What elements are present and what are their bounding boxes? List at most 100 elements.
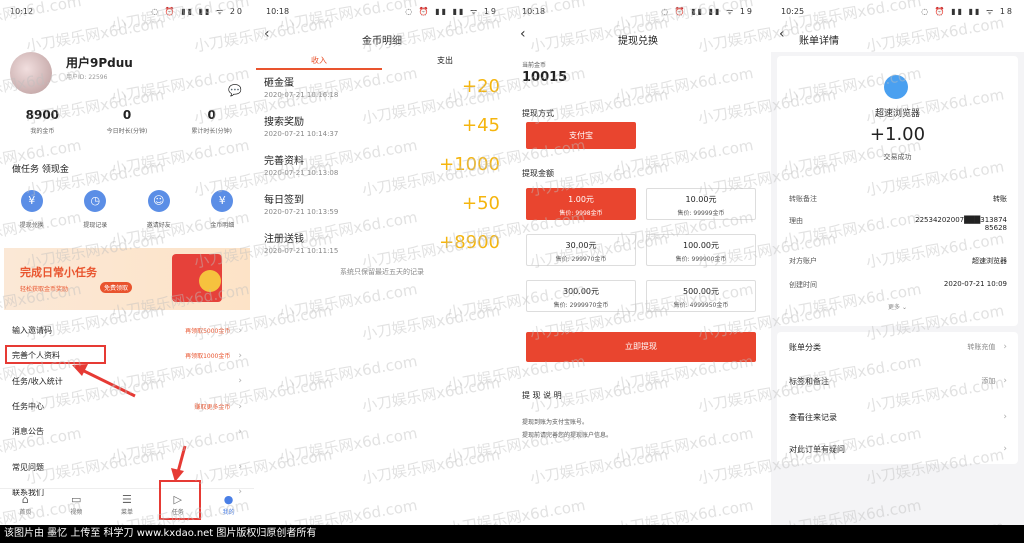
link-label: 对此订单有疑问 xyxy=(789,445,845,454)
status-bar: 10:25 ◌ ⏰ ▮▮ ▮▮ ᯤ 18 xyxy=(771,0,1024,22)
link-tags[interactable]: 标签和备注 添加 › xyxy=(789,376,1007,387)
record-amount: +20 xyxy=(462,76,500,97)
income-expense-tabs: 收入 支出 xyxy=(256,52,508,70)
record-date: 2020-07-21 10:13:59 xyxy=(264,208,339,216)
user-icon: ● xyxy=(223,493,234,506)
row-value: 超速浏览器 xyxy=(972,257,1007,265)
withdraw-note: 提现到账为支付宝账号。 xyxy=(522,419,589,426)
record-name: 完善资料 xyxy=(264,156,304,167)
record-name: 注册送钱 xyxy=(264,234,304,245)
link-history[interactable]: 查看往来记录 › xyxy=(789,412,1007,423)
annotation-arrows xyxy=(72,364,187,482)
withdraw-desc-title: 提 现 说 明 xyxy=(522,391,562,400)
list-item: 砸金蛋 2020-07-21 10:16:18 +20 xyxy=(256,70,508,109)
link-category[interactable]: 账单分类 转账充值 › xyxy=(789,342,1007,353)
amount-option-500[interactable]: 500.00元售价: 4999950金币 xyxy=(646,280,756,312)
list-item: 每日签到 2020-07-21 10:13:59 +50 xyxy=(256,187,508,226)
amount-cost: 售价: 4999950金币 xyxy=(673,302,729,309)
status-icons: ◌ ⏰ ▮▮ ▮▮ ᯤ 18 xyxy=(921,6,1014,16)
status-time: 10:25 xyxy=(781,6,805,16)
bill-row: 转账备注 转账 xyxy=(789,194,1007,204)
more-toggle[interactable]: 更多 ⌄ xyxy=(777,302,1018,311)
amount-option-300[interactable]: 300.00元 售价: 2999970金币 xyxy=(526,280,636,312)
row-value: 转账 xyxy=(993,195,1007,203)
amount-cost: 售价: 99999金币 xyxy=(677,210,725,217)
method-label: 提现方式 xyxy=(522,109,554,118)
link-value: 添加 xyxy=(981,377,996,385)
status-icons: ◌ ⏰ ▮▮ ▮▮ ᯤ 19 xyxy=(405,6,498,16)
row-value: 22534202007███313874 85628 xyxy=(915,216,1007,232)
tab-income[interactable]: 收入 xyxy=(256,52,382,70)
highlight-box-task-tab xyxy=(159,480,201,520)
amount-option-100[interactable]: 100.00元售价: 999900金币 xyxy=(646,234,756,266)
record-amount: +8900 xyxy=(439,232,500,253)
amount-cost: 售价: 999900金币 xyxy=(675,256,727,263)
list-item: 注册送钱 2020-07-21 10:11:15 +8900 xyxy=(256,226,508,265)
tab-label: 首页 xyxy=(19,509,32,516)
panel-bill-detail: 10:25 ◌ ⏰ ▮▮ ▮▮ ᯤ 18 ‹ 账单详情 超速浏览器 +1.00 … xyxy=(771,0,1024,525)
link-label: 账单分类 xyxy=(789,343,821,352)
chevron-right-icon: › xyxy=(1003,342,1007,352)
tab-label: 我的 xyxy=(222,509,235,516)
bill-status: 交易成功 xyxy=(883,153,912,161)
withdraw-note: 提现前请完善您的提现账户信息。 xyxy=(522,432,613,439)
records-note: 系统只保留最近五天的记录 xyxy=(340,268,424,276)
status-bar: 10:18 ◌ ⏰ ▮▮ ▮▮ ᯤ 19 xyxy=(512,0,764,22)
amount-cost: 售价: 2999970金币 xyxy=(553,302,609,309)
row-value: 2020-07-21 10:09 xyxy=(943,280,1007,288)
merchant-icon xyxy=(884,75,908,99)
link-value: 转账充值 xyxy=(967,343,996,351)
tab-video[interactable]: ▭ 视频 xyxy=(51,489,102,520)
amount-option-10[interactable]: 10.00元售价: 99999金币 xyxy=(646,188,756,220)
link-label: 查看往来记录 xyxy=(789,413,837,422)
record-name: 搜索奖励 xyxy=(264,117,304,128)
footer-credit: 该图片由 墨忆 上传至 科学刀 www.kxdao.net 图片版权归原创者所有 xyxy=(0,525,1024,543)
bottom-tabbar: ⌂ 首页 ▭ 视频 ☰ 菜单 ▷ 任务 ● 我的 xyxy=(0,488,254,520)
status-bar: 10:18 ◌ ⏰ ▮▮ ▮▮ ᯤ 19 xyxy=(256,0,508,22)
record-amount: +1000 xyxy=(439,154,500,175)
amount-price: 500.00元 xyxy=(683,287,719,296)
status-icons: ◌ ⏰ ▮▮ ▮▮ ᯤ 19 xyxy=(661,6,754,16)
chevron-right-icon: › xyxy=(1003,412,1007,422)
alipay-button[interactable]: 支付宝 xyxy=(526,122,636,149)
amount-option-30[interactable]: 30.00元售价: 299970金币 xyxy=(526,234,636,266)
status-time: 10:18 xyxy=(266,6,290,16)
panel-withdraw: 10:18 ◌ ⏰ ▮▮ ▮▮ ᯤ 19 ‹ 提现兑换 当前金币 10015 提… xyxy=(512,0,764,525)
balance-value: 10015 xyxy=(522,70,568,85)
tab-mine[interactable]: ● 我的 xyxy=(203,489,254,520)
merchant-name: 超速浏览器 xyxy=(874,109,920,119)
panel-coin-detail: 10:18 ◌ ⏰ ▮▮ ▮▮ ᯤ 19 ‹ 金币明细 收入 支出 砸金蛋 202… xyxy=(256,0,508,525)
record-name: 每日签到 xyxy=(264,195,304,206)
tab-label: 视频 xyxy=(70,509,83,516)
home-icon: ⌂ xyxy=(21,493,29,506)
row-key: 转账备注 xyxy=(789,195,817,203)
row-key: 创建时间 xyxy=(789,281,817,289)
amount-price: 30.00元 xyxy=(565,241,597,250)
record-date: 2020-07-21 10:13:08 xyxy=(264,169,339,177)
back-chevron-icon[interactable]: ‹ xyxy=(779,26,785,42)
panel-profile: 10:12 ◌ ⏰ ▮▮ ▮▮ ᯤ 20 用户9Pduu 用户ID: 22596… xyxy=(0,0,254,525)
amount-option-1[interactable]: 1.00元 售价: 9998金币 xyxy=(526,188,636,220)
page-title: 金币明细 xyxy=(362,36,402,47)
tab-menu[interactable]: ☰ 菜单 xyxy=(102,489,153,520)
amount-cost: 售价: 299970金币 xyxy=(555,256,607,263)
amount-price: 10.00元 xyxy=(685,195,717,204)
amount-label: 提现金额 xyxy=(522,169,554,178)
list-item: 完善资料 2020-07-21 10:13:08 +1000 xyxy=(256,148,508,187)
amount-price: 100.00元 xyxy=(683,241,719,250)
page-title: 提现兑换 xyxy=(618,36,658,47)
record-amount: +45 xyxy=(462,115,500,136)
bill-row: 对方账户 超速浏览器 xyxy=(789,256,1007,266)
bill-row: 理由 22534202007███313874 85628 xyxy=(789,216,1007,232)
record-name: 砸金蛋 xyxy=(264,78,294,89)
withdraw-button[interactable]: 立即提现 xyxy=(526,332,756,362)
link-label: 标签和备注 xyxy=(789,377,829,386)
bill-card: 超速浏览器 +1.00 交易成功 转账备注 转账 理由 22534202007███… xyxy=(777,56,1018,326)
row-key: 对方账户 xyxy=(789,257,817,265)
tab-home[interactable]: ⌂ 首页 xyxy=(0,489,51,520)
tab-expense[interactable]: 支出 xyxy=(382,52,508,70)
link-question[interactable]: 对此订单有疑问 › xyxy=(789,444,1007,455)
balance-label: 当前金币 xyxy=(522,62,547,69)
record-date: 2020-07-21 10:16:18 xyxy=(264,91,339,99)
amount-price: 1.00元 xyxy=(568,195,594,204)
